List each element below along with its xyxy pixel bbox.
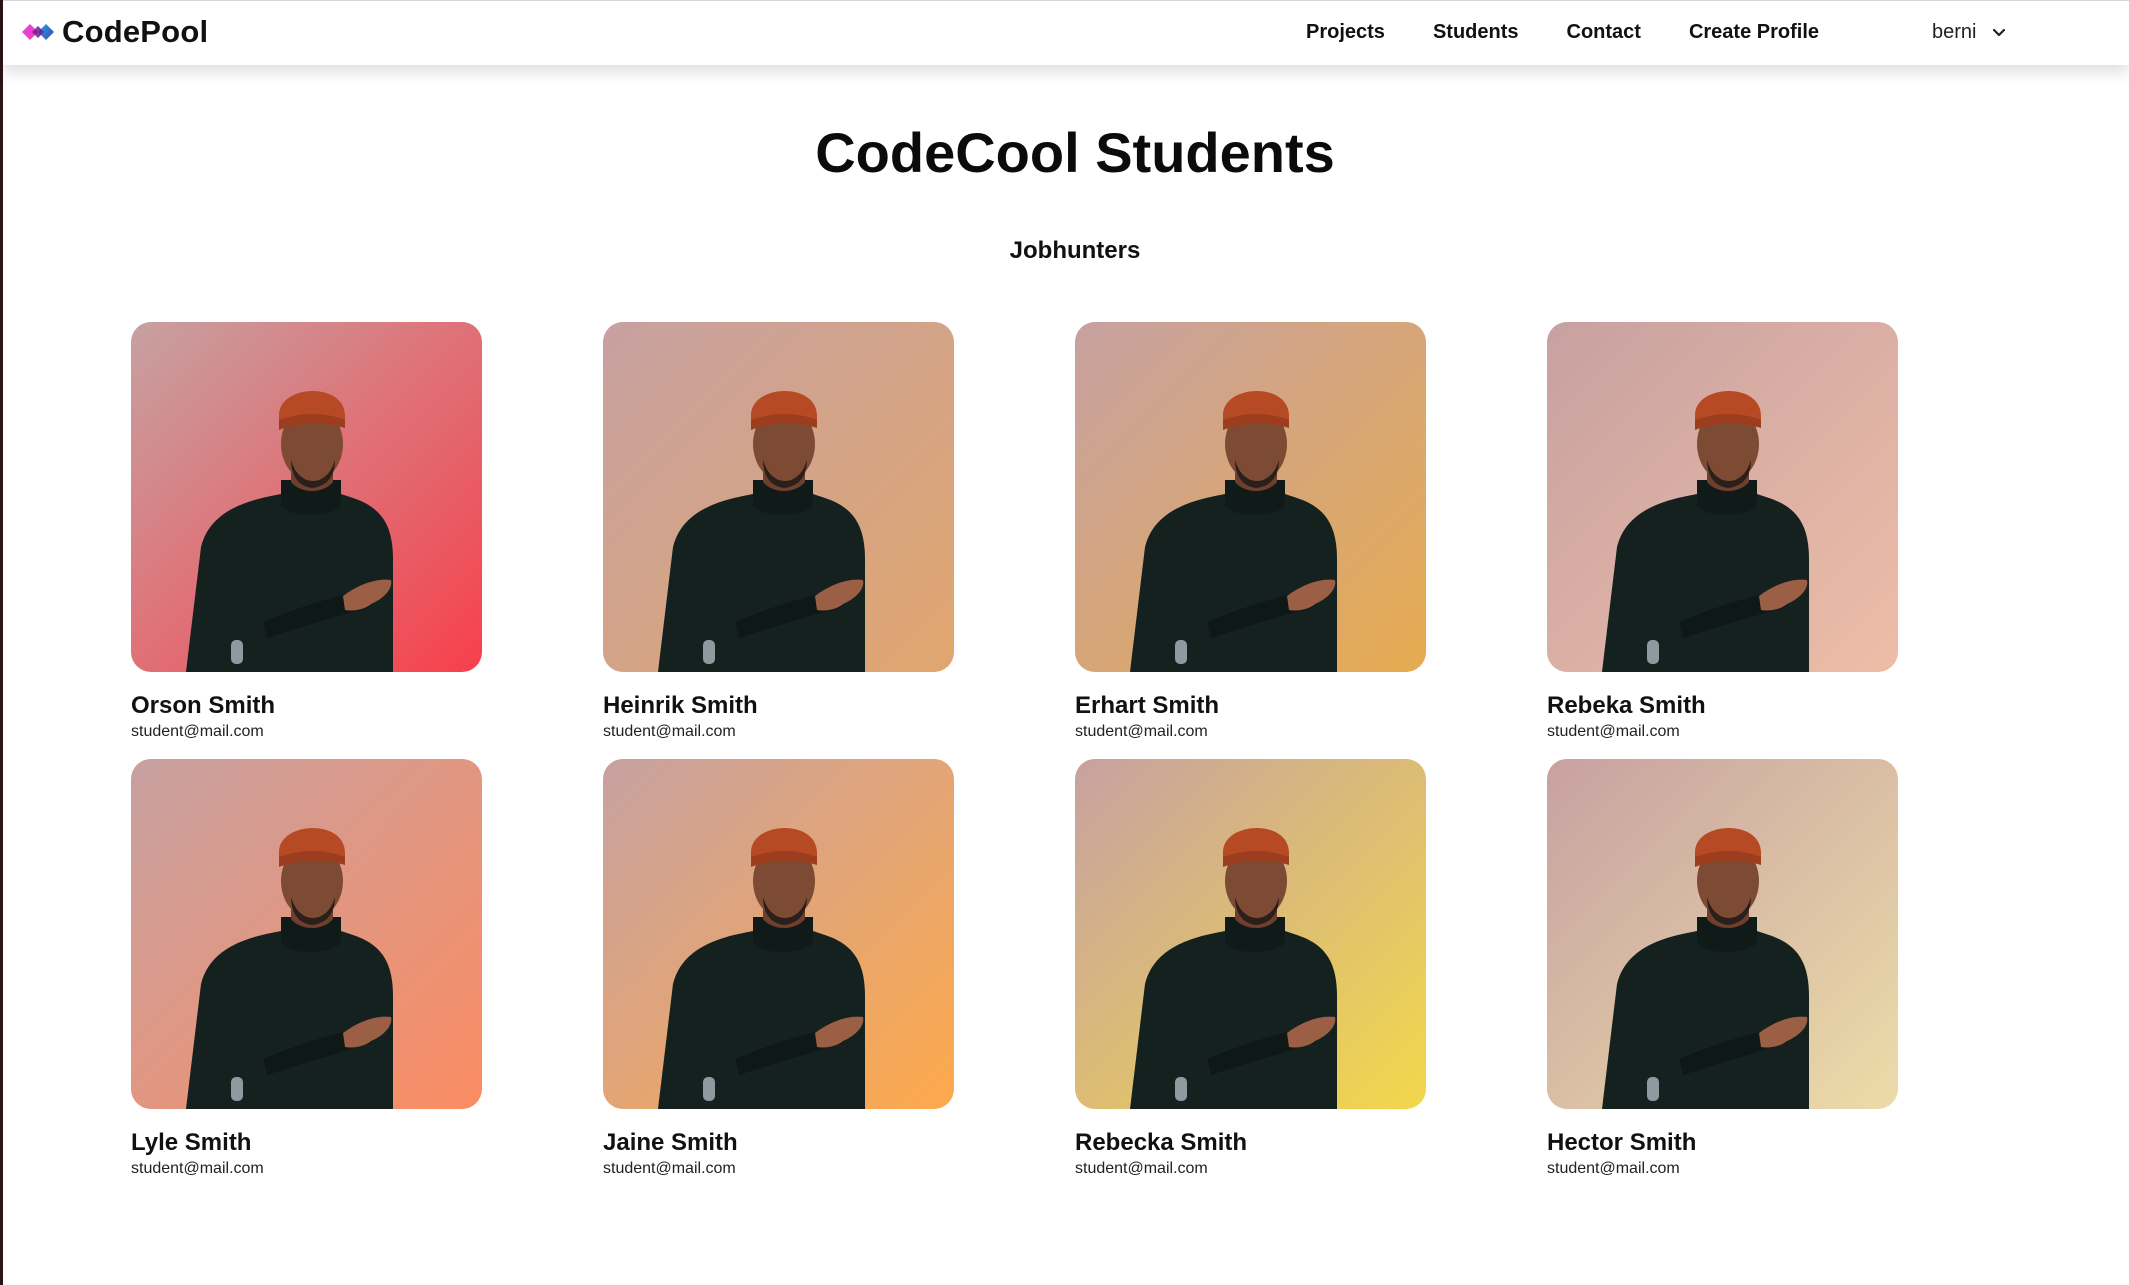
main-nav: Projects Students Contact Create Profile xyxy=(1306,21,1867,44)
chevron-down-icon xyxy=(1993,28,2006,36)
student-name: Lyle Smith xyxy=(131,1129,252,1156)
student-email: student@mail.com xyxy=(1547,723,1680,740)
user-menu[interactable]: berni xyxy=(1932,21,2006,44)
student-name: Hector Smith xyxy=(1547,1129,1697,1156)
student-photo[interactable] xyxy=(603,759,954,1109)
page-title: CodeCool Students xyxy=(815,121,1335,184)
nav-students[interactable]: Students xyxy=(1433,21,1519,44)
student-email: student@mail.com xyxy=(131,1160,264,1177)
nav-projects[interactable]: Projects xyxy=(1306,21,1385,44)
student-name: Rebeka Smith xyxy=(1547,692,1706,719)
student-photo[interactable] xyxy=(1547,322,1898,672)
codepool-logo-icon xyxy=(22,16,54,48)
student-email: student@mail.com xyxy=(131,723,264,740)
student-photo[interactable] xyxy=(1075,322,1426,672)
student-email: student@mail.com xyxy=(1075,1160,1208,1177)
student-email: student@mail.com xyxy=(1075,723,1208,740)
nav-contact[interactable]: Contact xyxy=(1567,21,1641,44)
student-photo[interactable] xyxy=(131,322,482,672)
student-photo[interactable] xyxy=(603,322,954,672)
student-email: student@mail.com xyxy=(603,1160,736,1177)
brand-name: CodePool xyxy=(62,14,209,49)
user-name: berni xyxy=(1932,21,1977,43)
student-name: Erhart Smith xyxy=(1075,692,1220,719)
student-email: student@mail.com xyxy=(603,723,736,740)
student-photo[interactable] xyxy=(131,759,482,1109)
top-navbar: CodePool Projects Students Contact Creat… xyxy=(3,0,2129,65)
student-name: Rebecka Smith xyxy=(1075,1129,1248,1156)
brand[interactable]: CodePool xyxy=(20,14,208,50)
student-photo[interactable] xyxy=(1075,759,1426,1109)
window-edge xyxy=(0,0,3,1285)
student-email: student@mail.com xyxy=(1547,1160,1680,1177)
student-name: Orson Smith xyxy=(131,692,276,719)
section-title: Jobhunters xyxy=(1009,237,1141,264)
student-name: Heinrik Smith xyxy=(603,692,758,719)
student-photo[interactable] xyxy=(1547,759,1898,1109)
student-name: Jaine Smith xyxy=(603,1129,738,1156)
nav-create-profile[interactable]: Create Profile xyxy=(1689,21,1819,44)
